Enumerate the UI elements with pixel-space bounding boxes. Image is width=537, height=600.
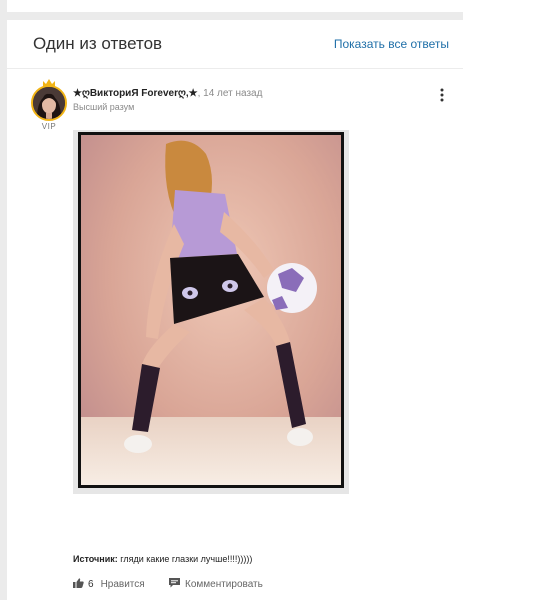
photo-border xyxy=(78,132,344,488)
likes-count: 6 xyxy=(88,579,94,590)
avatar[interactable] xyxy=(31,85,67,121)
answer-time: 14 лет назад xyxy=(203,88,263,99)
like-label: Нравится xyxy=(100,579,145,590)
photo-image xyxy=(81,135,341,485)
answer-source: Источник: гляди какие глазки лучше!!!!))… xyxy=(73,554,252,564)
vip-badge: VIP xyxy=(41,122,57,131)
card-header: Один из ответов Показать все ответы xyxy=(7,20,463,69)
comment-button[interactable]: Комментировать xyxy=(169,578,263,590)
show-all-answers-link[interactable]: Показать все ответы xyxy=(334,37,449,51)
author-rank: Высший разум xyxy=(73,102,135,112)
author-avatar-block[interactable]: VIP xyxy=(31,78,67,148)
card-title: Один из ответов xyxy=(33,34,163,53)
author-name[interactable]: ★ღВикториЯ Foreverღ,★ xyxy=(73,88,198,99)
thumbs-up-icon xyxy=(73,578,84,588)
comment-label: Комментировать xyxy=(185,579,263,590)
right-sidebar xyxy=(463,0,537,600)
answer-card: Один из ответов Показать все ответы VIP … xyxy=(7,20,463,600)
author-line: ★ღВикториЯ Foreverღ,★, 14 лет назад xyxy=(73,88,263,99)
answer-photo[interactable] xyxy=(73,130,349,494)
source-text: гляди какие глазки лучше!!!!))))) xyxy=(120,554,253,564)
previous-card-edge xyxy=(7,0,463,12)
more-vertical-icon[interactable] xyxy=(438,88,446,102)
comment-icon xyxy=(169,578,180,588)
like-button[interactable]: 6 Нравится xyxy=(73,578,145,590)
source-label: Источник: xyxy=(73,554,118,564)
